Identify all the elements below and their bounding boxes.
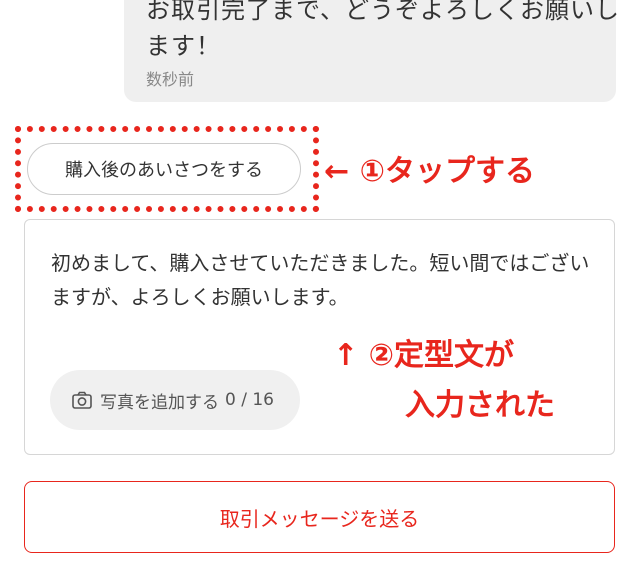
add-photo-button[interactable]: 写真を追加する 0 / 16 [50, 370, 300, 430]
chat-timestamp: 数秒前 [146, 70, 195, 89]
annotation-step-2-line-1: ↑ ②定型文が [333, 338, 514, 373]
chat-message-line-1: お取引完了まで、どうぞよろしくお願いし [146, 0, 621, 24]
send-message-label: 取引メッセージを送る [219, 506, 420, 531]
chat-message-line-2: ます！ [146, 32, 221, 60]
camera-icon [72, 391, 92, 409]
send-message-button[interactable]: 取引メッセージを送る [24, 481, 615, 553]
annotation-step-2-line-2: 入力された [405, 388, 555, 423]
chat-bubble: お取引完了まで、どうぞよろしくお願いし ます！ 数秒前 [124, 0, 619, 102]
message-text: 初めまして、購入させていただきました。短い間ではございますが、よろしくお願いしま… [51, 251, 590, 309]
greeting-template-label: 購入後のあいさつをする [65, 160, 263, 181]
annotation-step-1: ← ①タップする [324, 154, 535, 189]
add-photo-label: 写真を追加する [100, 392, 219, 413]
photo-counter: 0 / 16 [225, 390, 274, 410]
greeting-template-button[interactable]: 購入後のあいさつをする [27, 143, 301, 195]
